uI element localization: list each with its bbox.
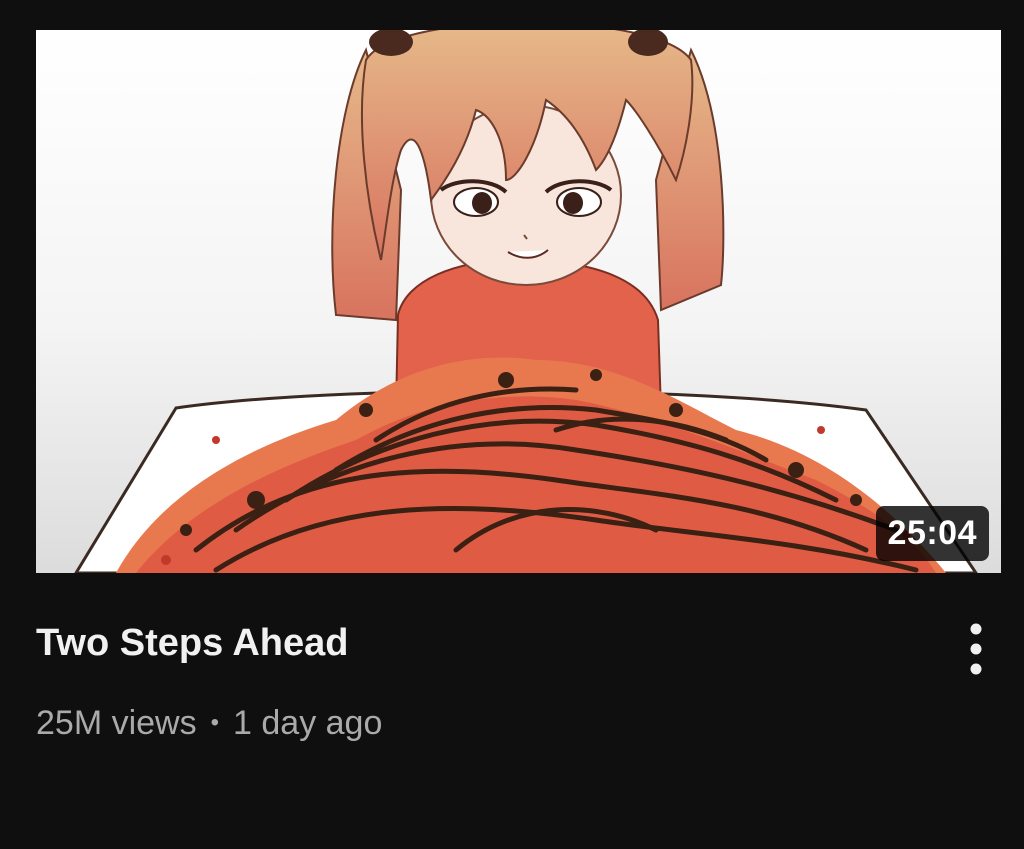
video-card: 25:04 Two Steps Ahead 25M views • 1 day … xyxy=(0,0,1024,849)
meta-separator: • xyxy=(210,709,220,736)
upload-date: 1 day ago xyxy=(233,704,383,742)
video-metadata: 25M views • 1 day ago xyxy=(36,702,382,744)
view-count: 25M views xyxy=(36,704,197,742)
more-options-button[interactable] xyxy=(946,616,1006,682)
thumbnail-illustration xyxy=(36,30,1001,573)
duration-badge: 25:04 xyxy=(875,506,989,561)
video-title[interactable]: Two Steps Ahead xyxy=(36,620,348,666)
more-vert-icon xyxy=(970,623,982,675)
video-thumbnail[interactable]: 25:04 xyxy=(36,30,1001,573)
